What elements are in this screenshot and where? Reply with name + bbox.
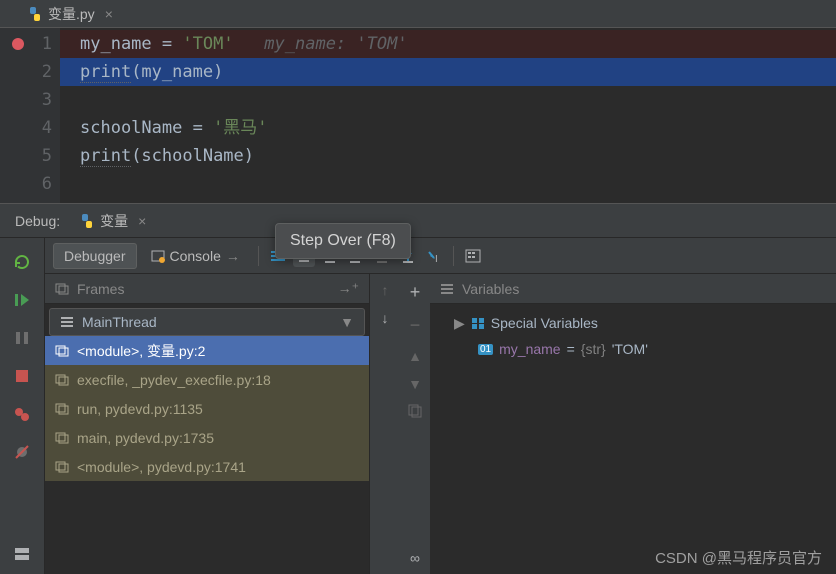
debugger-tab-label: Debugger [64, 248, 126, 264]
debug-run-toolbar [0, 238, 45, 574]
gutter-line[interactable]: 1 [4, 30, 52, 58]
debug-main: Debugger Console → [45, 238, 836, 574]
add-watch-icon[interactable]: + [410, 282, 421, 303]
thread-icon [60, 316, 74, 328]
step-over-tooltip: Step Over (F8) [275, 223, 411, 259]
thread-name: MainThread [82, 314, 332, 330]
close-icon[interactable]: × [105, 6, 113, 22]
debug-tab-bar: Debug: 变量 × [0, 203, 836, 238]
vars-tools: + − ▲ ▼ ∞ [400, 274, 430, 574]
var-value: 'TOM' [612, 341, 648, 357]
console-icon [151, 249, 165, 263]
code-line[interactable]: print(schoolName) [60, 142, 836, 170]
code-line[interactable]: print(my_name) [60, 58, 836, 86]
debug-panel: Debugger Console → [0, 238, 836, 574]
restore-layout-icon[interactable]: →⁺ [338, 280, 359, 297]
run-to-cursor-icon[interactable]: I [423, 245, 445, 267]
mute-breakpoints-icon[interactable] [12, 442, 32, 462]
gutter-line[interactable]: 3 [4, 86, 52, 114]
equals: = [567, 341, 575, 357]
var-type: {str} [581, 341, 606, 357]
code-editor[interactable]: 123456 my_name = 'TOM' my_name: 'TOM'pri… [0, 28, 836, 203]
code-line[interactable] [60, 86, 836, 114]
gutter-line[interactable]: 5 [4, 142, 52, 170]
stop-icon[interactable] [12, 366, 32, 386]
evaluate-icon[interactable] [462, 245, 484, 267]
frames-panel: Frames →⁺ MainThread ▼ <module>, 变量.py:2… [45, 274, 370, 574]
glasses-icon[interactable]: ∞ [410, 550, 420, 566]
console-tab-label: Console [170, 248, 221, 264]
stack-frame[interactable]: <module>, pydevd.py:1741 [45, 452, 369, 481]
variables-header: Variables [430, 274, 836, 304]
rerun-icon[interactable] [12, 252, 32, 272]
str-badge: 01 [478, 344, 493, 355]
frames-header: Frames →⁺ [45, 274, 369, 304]
var-name: my_name [499, 341, 560, 357]
prev-frame-icon[interactable]: ↑ [382, 282, 389, 298]
variables-panel: Variables ▶ Special Variables 01 my_name… [430, 274, 836, 574]
tab-debugger[interactable]: Debugger [53, 243, 137, 269]
pause-icon[interactable] [12, 328, 32, 348]
code-line[interactable]: schoolName = '黑马' [60, 114, 836, 142]
code-lines: my_name = 'TOM' my_name: 'TOM'print(my_n… [60, 28, 836, 203]
gutter-line[interactable]: 6 [4, 170, 52, 198]
watermark: CSDN @黑马程序员官方 [655, 547, 822, 568]
variables-list: ▶ Special Variables 01 my_name = {str} '… [430, 304, 836, 574]
expand-icon[interactable]: ▶ [454, 315, 465, 332]
python-icon [28, 7, 42, 21]
variables-title: Variables [462, 281, 826, 297]
chevron-down-icon: ▼ [340, 314, 354, 330]
debug-title: Debug: [15, 213, 60, 229]
frames-title: Frames [77, 281, 330, 297]
special-icon [471, 317, 485, 329]
debugger-toolbar: Debugger Console → [45, 238, 836, 274]
watch-up-icon[interactable]: ▲ [408, 348, 422, 364]
debug-tab-label: 变量 [100, 211, 128, 231]
special-variables-row[interactable]: ▶ Special Variables [440, 310, 826, 336]
svg-text:I: I [435, 254, 438, 264]
variable-row[interactable]: 01 my_name = {str} 'TOM' [440, 336, 826, 362]
frames-nav: ↑ ↓ [370, 274, 400, 574]
editor-tab-bar: 变量.py × [0, 0, 836, 28]
gutter-line[interactable]: 4 [4, 114, 52, 142]
resume-icon[interactable] [12, 290, 32, 310]
close-icon[interactable]: × [138, 213, 146, 229]
thread-selector[interactable]: MainThread ▼ [49, 308, 365, 336]
code-line[interactable]: my_name = 'TOM' my_name: 'TOM' [60, 30, 836, 58]
gutter-line[interactable]: 2 [4, 58, 52, 86]
stack-frame[interactable]: execfile, _pydev_execfile.py:18 [45, 365, 369, 394]
debug-run-tab[interactable]: 变量 × [72, 207, 154, 235]
tab-console[interactable]: Console → [141, 244, 250, 268]
next-frame-icon[interactable]: ↓ [382, 310, 389, 326]
remove-watch-icon[interactable]: − [410, 315, 421, 336]
view-breakpoints-icon[interactable] [12, 404, 32, 424]
debug-panels: Frames →⁺ MainThread ▼ <module>, 变量.py:2… [45, 274, 836, 574]
frame-list: <module>, 变量.py:2execfile, _pydev_execfi… [45, 336, 369, 574]
stack-frame[interactable]: run, pydevd.py:1135 [45, 394, 369, 423]
python-icon [80, 214, 94, 228]
editor-filename: 变量.py [48, 4, 95, 24]
frames-icon [55, 283, 69, 295]
duplicate-watch-icon[interactable] [408, 404, 422, 418]
gutter: 123456 [0, 28, 60, 203]
layout-icon[interactable] [12, 544, 32, 564]
vars-icon [440, 283, 454, 295]
editor-tab[interactable]: 变量.py × [20, 0, 121, 28]
stack-frame[interactable]: main, pydevd.py:1735 [45, 423, 369, 452]
code-line[interactable] [60, 170, 836, 198]
special-vars-label: Special Variables [491, 315, 598, 331]
stack-frame[interactable]: <module>, 变量.py:2 [45, 336, 369, 365]
watch-down-icon[interactable]: ▼ [408, 376, 422, 392]
